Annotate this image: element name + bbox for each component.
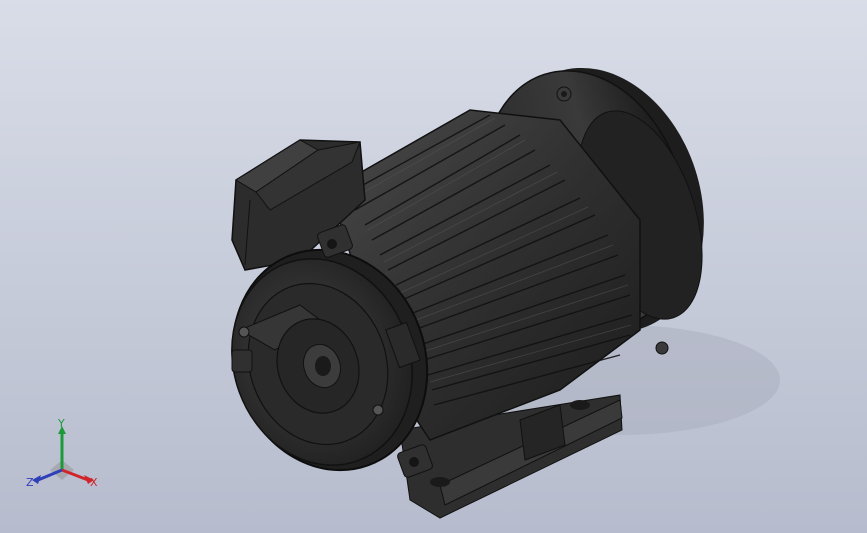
x-axis-label: X [90, 476, 98, 489]
y-axis-label: Y [57, 418, 65, 430]
electric-motor-model[interactable] [0, 0, 867, 533]
bolt-lug-icon [231, 349, 253, 373]
z-axis-label: Z [26, 476, 34, 489]
coordinate-triad: Y X Z [26, 418, 98, 489]
graphics-viewport[interactable]: Y X Z [0, 0, 867, 533]
flange-bolt-icon [655, 341, 669, 355]
